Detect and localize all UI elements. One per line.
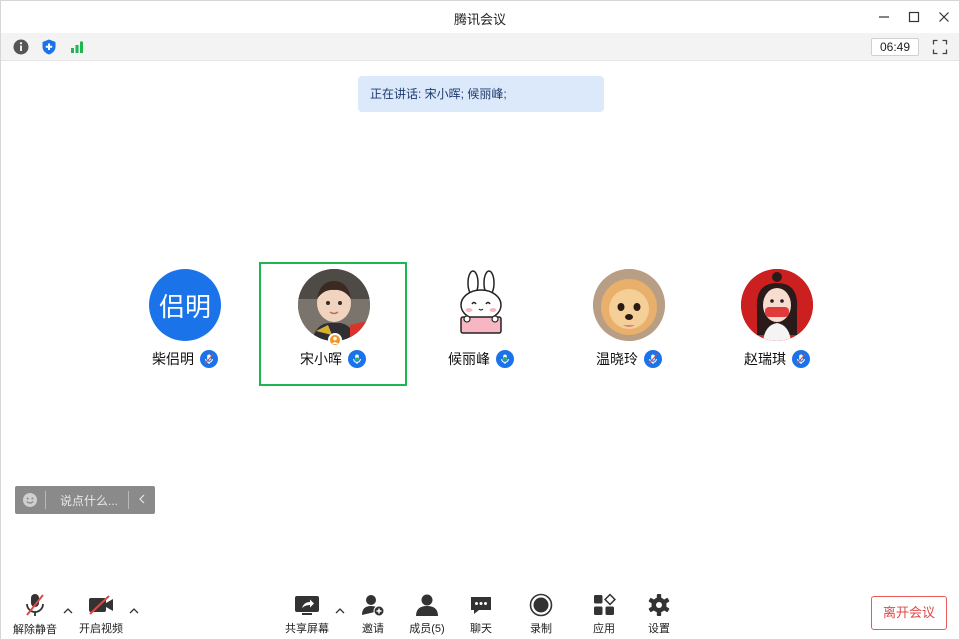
participant-tile[interactable]: 温晓玲 [555,263,703,387]
host-badge-icon [328,333,342,347]
record-label: 录制 [530,623,552,635]
share-screen-icon [295,595,319,615]
minimize-icon [879,16,889,18]
avatar: 侣明 [149,269,221,341]
meeting-window: 腾讯会议 06:49 正在讲话: 宋小晖; 候丽峰; 侣明 柴侣明 宋小晖 候丽… [0,0,960,640]
leave-meeting-button[interactable]: 离开会议 [871,596,947,630]
settings-label: 设置 [648,623,670,635]
chevron-up-icon [129,607,139,613]
participant-tile-active[interactable]: 宋小晖 [259,262,407,386]
unmute-label: 解除静音 [13,624,57,636]
mic-muted-icon [644,350,662,368]
close-button[interactable] [932,5,956,29]
fullscreen-icon [932,39,948,55]
emoji-button[interactable] [15,492,45,508]
start-video-button[interactable]: 开启视频 [73,592,129,636]
avatar-initials: 侣明 [158,291,211,322]
meeting-toolbar: 06:49 [1,33,959,61]
avatar [445,269,517,341]
add-user-icon [362,594,385,616]
chat-button[interactable]: 聊天 [453,592,509,636]
settings-button[interactable]: 设置 [631,592,687,636]
chat-label: 聊天 [470,623,492,635]
mic-muted-icon [200,350,218,368]
mic-muted-icon [26,594,44,616]
security-button[interactable] [40,38,58,56]
chevron-up-icon [63,607,73,613]
mic-speaking-icon [496,350,514,368]
apps-button[interactable]: 应用 [576,592,632,636]
meeting-info-button[interactable] [12,38,30,56]
fullscreen-button[interactable] [931,38,949,56]
puppy-photo-icon [593,269,665,341]
bunny-cartoon-icon [460,270,502,334]
collapse-chat-button[interactable] [129,493,155,507]
chat-quick-input[interactable]: 说点什么... [15,486,155,514]
invite-button[interactable]: 邀请 [345,592,401,636]
chevron-left-icon [139,494,145,504]
mic-speaking-icon [348,350,366,368]
unmute-button[interactable]: 解除静音 [7,592,63,636]
avatar [741,269,813,341]
participant-name: 宋小晖 [300,351,342,367]
members-button[interactable]: 成员(5) [399,592,455,636]
record-icon [529,593,553,616]
info-icon [13,39,29,55]
title-bar: 腾讯会议 [1,1,959,33]
members-label: 成员(5) [409,623,445,635]
avatar [298,269,370,341]
minimize-button[interactable] [872,5,896,29]
avatar [593,269,665,341]
participant-name: 赵瑞琪 [744,351,786,367]
network-button[interactable] [68,38,86,56]
share-screen-label: 共享屏幕 [285,623,329,635]
maximize-button[interactable] [902,5,926,29]
maximize-icon [908,11,920,23]
chat-placeholder[interactable]: 说点什么... [46,492,128,509]
chevron-up-icon [335,607,345,613]
girl-cartoon-icon [741,269,813,341]
chat-icon [471,596,491,614]
signal-icon [71,41,83,53]
mic-muted-icon [792,350,810,368]
participant-tile[interactable]: 赵瑞琪 [703,263,851,387]
camera-off-icon [89,594,113,615]
participant-tile[interactable]: 侣明 柴侣明 [111,263,259,387]
members-icon [416,594,438,616]
shield-icon [42,39,56,55]
child-photo-icon [298,269,370,341]
speaking-banner: 正在讲话: 宋小晖; 候丽峰; [358,76,604,112]
meeting-timer: 06:49 [871,38,919,56]
close-icon [939,12,949,22]
window-title: 腾讯会议 [453,12,506,27]
participant-name: 候丽峰 [448,351,490,367]
participant-tile[interactable]: 候丽峰 [407,263,555,387]
apps-label: 应用 [593,623,615,635]
apps-icon [594,592,616,615]
record-button[interactable]: 录制 [513,592,569,636]
participant-name: 温晓玲 [596,351,638,367]
smile-icon [23,493,37,507]
invite-label: 邀请 [362,623,384,635]
start-video-label: 开启视频 [79,623,123,635]
participant-name: 柴侣明 [152,351,194,367]
video-options-button[interactable] [128,603,140,617]
gear-icon [648,593,670,616]
share-screen-button[interactable]: 共享屏幕 [279,592,335,636]
